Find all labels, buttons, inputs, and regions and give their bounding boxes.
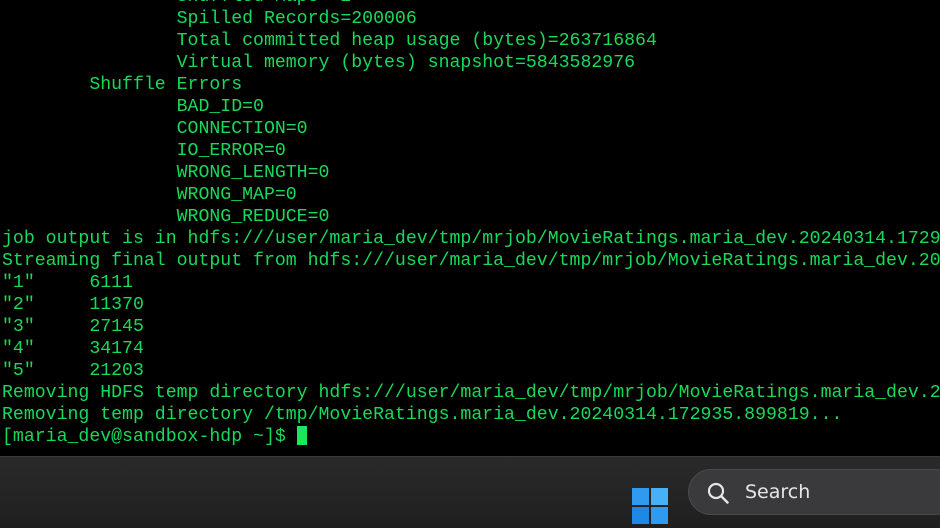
shell-prompt: [maria_dev@sandbox-hdp ~]$ xyxy=(2,427,297,447)
terminal-line: "1" 6111 xyxy=(2,273,133,293)
terminal-line: Shuffled Maps =2 xyxy=(2,0,940,8)
terminal-line: Streaming final output from hdfs:///user… xyxy=(2,251,940,271)
windows-logo-icon xyxy=(632,488,668,524)
taskbar: Search xyxy=(0,456,940,528)
terminal-prompt-line[interactable]: [maria_dev@sandbox-hdp ~]$ xyxy=(2,426,940,448)
terminal-line: WRONG_REDUCE=0 xyxy=(2,207,330,227)
search-icon xyxy=(707,482,729,504)
taskbar-search-box[interactable]: Search xyxy=(688,469,940,515)
terminal-line: Removing HDFS temp directory hdfs:///use… xyxy=(2,383,940,403)
start-button[interactable] xyxy=(626,471,672,524)
terminal-line: Total committed heap usage (bytes)=26371… xyxy=(2,31,657,51)
terminal-line: Shuffle Errors xyxy=(2,75,243,95)
terminal-window[interactable]: Shuffled Maps =2 Spilled Records=200006 … xyxy=(0,0,940,456)
text-cursor xyxy=(296,426,307,445)
terminal-line: job output is in hdfs:///user/maria_dev/… xyxy=(2,229,940,249)
terminal-line: "3" 27145 xyxy=(2,317,144,337)
terminal-line: "5" 21203 xyxy=(2,361,144,381)
terminal-line: Spilled Records=200006 xyxy=(2,9,417,29)
terminal-line: "4" 34174 xyxy=(2,339,144,359)
terminal-output: Shuffled Maps =2 Spilled Records=200006 … xyxy=(2,0,940,448)
search-label: Search xyxy=(745,481,811,503)
terminal-line: "2" 11370 xyxy=(2,295,144,315)
terminal-line: CONNECTION=0 xyxy=(2,119,308,139)
terminal-line: BAD_ID=0 xyxy=(2,97,264,117)
terminal-line: Virtual memory (bytes) snapshot=58435829… xyxy=(2,53,636,73)
terminal-line: WRONG_MAP=0 xyxy=(2,185,297,205)
terminal-line: WRONG_LENGTH=0 xyxy=(2,163,330,183)
terminal-line: Removing temp directory /tmp/MovieRating… xyxy=(2,405,843,425)
terminal-line: IO_ERROR=0 xyxy=(2,141,286,161)
